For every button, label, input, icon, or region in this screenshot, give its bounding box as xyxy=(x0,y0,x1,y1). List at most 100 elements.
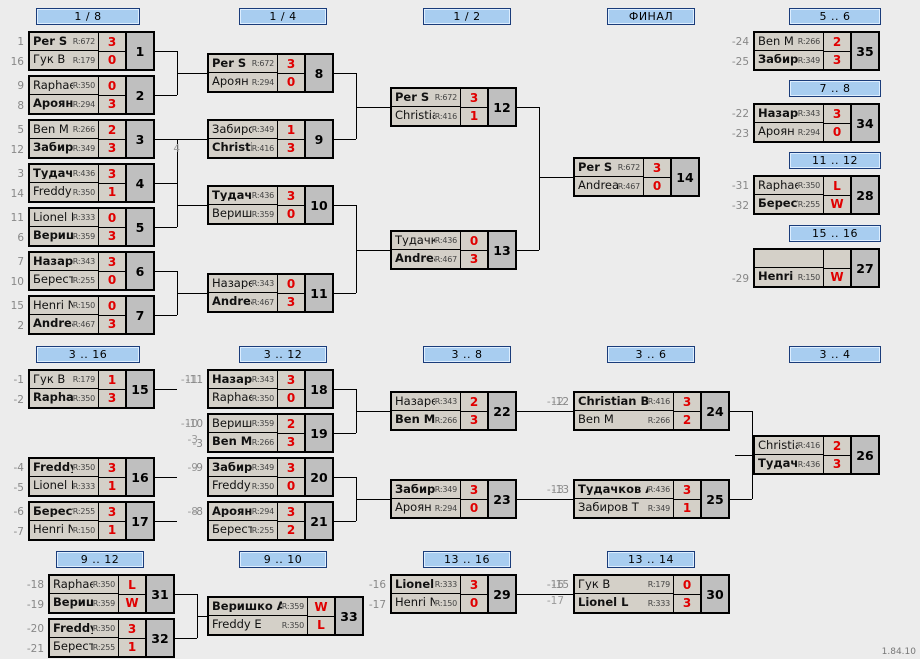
score-top[interactable]: 3 xyxy=(119,620,145,639)
score-top[interactable]: 3 xyxy=(99,253,125,272)
match-33[interactable]: Веришко А R:359 Freddy E R:350 W L 33 xyxy=(207,596,364,636)
match-2[interactable]: Raphael FR:350Ароян АR:294032 xyxy=(28,75,155,115)
score-bot[interactable]: 3 xyxy=(99,316,125,334)
score-top[interactable]: 3 xyxy=(674,393,700,412)
match-30[interactable]: Гук В R:179 Lionel L R:333 0 3 30 xyxy=(573,574,730,614)
score-bot[interactable]: L xyxy=(308,617,334,635)
player-row-top[interactable]: Lionel LR:333 xyxy=(392,576,460,594)
player-row-bot[interactable]: Забиров ТR:349 xyxy=(30,139,98,157)
player-row-bot[interactable]: Lionel LR:333 xyxy=(30,477,98,495)
player-row-bot[interactable]: Забиров ТR:349 xyxy=(575,499,673,517)
match-23[interactable]: Забиров ТR:349Ароян АR:2943023 xyxy=(390,479,517,519)
score-top[interactable]: 0 xyxy=(461,232,487,251)
player-row-top[interactable]: Берестова АR:255 xyxy=(30,503,98,521)
score-top[interactable]: 0 xyxy=(99,297,125,316)
score-top[interactable]: L xyxy=(119,576,145,595)
match-13[interactable]: Тудачков АR:436Andreas RR:4670313 xyxy=(390,230,517,270)
player-row-bot[interactable]: Берестова АR:255 xyxy=(30,271,98,289)
player-row-top[interactable]: Тудачков АR:436 xyxy=(575,481,673,499)
player-row-top[interactable]: Per S R:672 xyxy=(209,55,277,73)
match-12[interactable]: Per SR:672Christian BR:4163112 xyxy=(390,87,517,127)
score-bot[interactable]: W xyxy=(824,196,850,214)
match-25[interactable]: Тудачков А R:436 Забиров Т R:349 3 1 25 xyxy=(573,479,730,519)
player-row-top[interactable]: Тудачков АR:436 xyxy=(392,232,460,250)
match-22[interactable]: Назаренко МR:343Ben MR:2662322 xyxy=(390,391,517,431)
player-row-top[interactable]: Назаренко МR:343 xyxy=(392,393,460,411)
score-bot[interactable]: 3 xyxy=(278,434,304,452)
player-row-top[interactable]: Raphael FR:350 xyxy=(30,77,98,95)
player-row-bot[interactable]: Christian BR:416 xyxy=(209,139,277,157)
player-row-bot[interactable]: Freddy ER:350 xyxy=(30,183,98,201)
score-top[interactable]: W xyxy=(308,598,334,617)
player-row-bot[interactable]: Andreas RR:467 xyxy=(209,293,277,311)
match-26[interactable]: Christian BR:416Тудачков АR:4362326 xyxy=(753,435,880,475)
score-bot[interactable]: 2 xyxy=(674,412,700,430)
player-row-bot[interactable]: Веришко АR:359 xyxy=(50,594,118,612)
player-row-bot[interactable]: Henri NR:150 xyxy=(30,521,98,539)
player-row-bot[interactable]: Andreas RR:467 xyxy=(575,177,643,195)
player-row-bot[interactable]: Henri NR:150 xyxy=(392,594,460,612)
score-bot[interactable]: 3 xyxy=(461,251,487,269)
player-row-top[interactable]: Per S R:672 xyxy=(575,159,643,177)
match-9[interactable]: Забиров ТR:349Christian BR:416139 xyxy=(207,119,334,159)
player-row-top[interactable]: Веришко АR:359 xyxy=(209,415,277,433)
player-row-top[interactable]: Per S R:672 xyxy=(30,33,98,51)
match-28[interactable]: Raphael FR:350Берестова АR:255LW28 xyxy=(753,175,880,215)
player-row-bot[interactable]: Lionel LR:333 xyxy=(575,594,673,612)
score-top[interactable]: 3 xyxy=(278,459,304,478)
match-6[interactable]: Назаренко МR:343Берестова АR:255306 xyxy=(28,251,155,291)
player-row-bot[interactable]: Ароян АR:294 xyxy=(392,499,460,517)
score-bot[interactable]: W xyxy=(824,269,850,287)
score-top[interactable]: 3 xyxy=(461,89,487,108)
player-row-top[interactable]: Тудачков АR:436 xyxy=(209,187,277,205)
score-top[interactable]: 3 xyxy=(99,503,125,522)
score-bot[interactable]: 1 xyxy=(674,500,700,518)
player-row-bot[interactable]: Ben M R:266 xyxy=(575,411,673,429)
score-bot[interactable]: 0 xyxy=(461,500,487,518)
score-bot[interactable]: 0 xyxy=(824,124,850,142)
match-15[interactable]: Гук ВR:179Raphael FR:3501315 xyxy=(28,369,155,409)
score-top[interactable]: 3 xyxy=(99,33,125,52)
score-bot[interactable]: 1 xyxy=(99,522,125,540)
player-row-top[interactable]: Ben M R:266 xyxy=(755,33,823,51)
player-row-bot[interactable]: Henri NR:150 xyxy=(755,268,823,286)
player-row-top[interactable]: Гук В R:179 xyxy=(575,576,673,594)
match-18[interactable]: Назаренко МR:343Raphael FR:3503018 xyxy=(207,369,334,409)
score-top[interactable]: 2 xyxy=(278,415,304,434)
match-7[interactable]: Henri NR:150Andreas RR:467037 xyxy=(28,295,155,335)
score-top[interactable]: 3 xyxy=(824,105,850,124)
score-top[interactable]: 0 xyxy=(674,576,700,595)
score-top[interactable]: 3 xyxy=(644,159,670,178)
player-row-bot[interactable]: Веришко АR:359 xyxy=(209,205,277,223)
score-top[interactable]: 3 xyxy=(461,481,487,500)
match-1[interactable]: Per S R:672 Гук В R:179 3 0 1 xyxy=(28,31,155,71)
score-bot[interactable]: 3 xyxy=(278,294,304,312)
score-top[interactable]: 3 xyxy=(99,459,125,478)
score-top[interactable] xyxy=(824,250,850,269)
player-row-bot[interactable]: Веришко АR:359 xyxy=(30,227,98,245)
player-row-bot[interactable]: Freddy ER:350 xyxy=(209,616,307,634)
score-bot[interactable]: 3 xyxy=(824,52,850,70)
player-row-top[interactable]: Freddy ER:350 xyxy=(30,459,98,477)
player-row-bot[interactable]: Ben M R:266 xyxy=(209,433,277,451)
player-row-top[interactable]: Raphael FR:350 xyxy=(755,177,823,195)
player-row-bot[interactable]: Ароян АR:294 xyxy=(30,95,98,113)
player-row-top[interactable]: Christian BR:416 xyxy=(755,437,823,455)
score-bot[interactable]: 0 xyxy=(278,390,304,408)
player-row-bot[interactable]: Raphael FR:350 xyxy=(209,389,277,407)
match-20[interactable]: Забиров ТR:349Freddy ER:3503020 xyxy=(207,457,334,497)
player-row-top[interactable]: Christian BR:416 xyxy=(575,393,673,411)
match-32[interactable]: Freddy ER:350Берестова АR:2553132 xyxy=(48,618,175,658)
score-top[interactable]: 3 xyxy=(278,55,304,74)
player-row-top[interactable]: Ben M R:266 xyxy=(30,121,98,139)
score-bot[interactable]: 0 xyxy=(278,206,304,224)
player-row-top[interactable]: Веришко АR:359 xyxy=(209,598,307,616)
match-17[interactable]: Берестова АR:255Henri NR:1503117 xyxy=(28,501,155,541)
score-bot[interactable]: 3 xyxy=(461,412,487,430)
score-top[interactable]: 2 xyxy=(824,437,850,456)
score-top[interactable]: 0 xyxy=(278,275,304,294)
player-row-top[interactable]: Per S R:672 xyxy=(392,89,460,107)
match-16[interactable]: Freddy ER:350Lionel LR:3333116 xyxy=(28,457,155,497)
score-top[interactable]: 3 xyxy=(674,481,700,500)
score-top[interactable]: 1 xyxy=(99,371,125,390)
